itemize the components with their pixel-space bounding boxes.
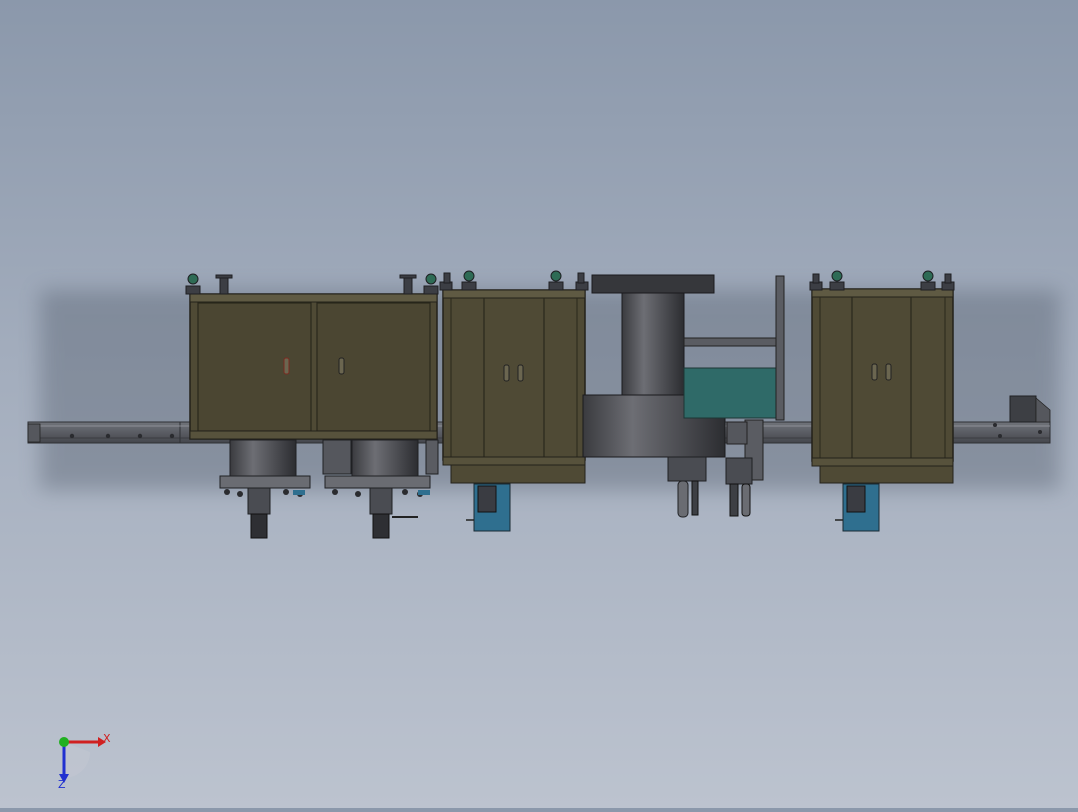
- cabinet-middle[interactable]: [439, 270, 589, 532]
- y-axis-marker: [59, 737, 69, 747]
- x-axis-label: X: [103, 732, 111, 745]
- coordinate-triad: X Z: [48, 728, 118, 792]
- z-axis-label: Z: [58, 778, 66, 791]
- graphics-viewport[interactable]: [0, 0, 1078, 808]
- cad-model[interactable]: [0, 0, 1078, 808]
- cabinet-right[interactable]: [809, 270, 955, 532]
- cabinet-left[interactable]: [185, 273, 439, 440]
